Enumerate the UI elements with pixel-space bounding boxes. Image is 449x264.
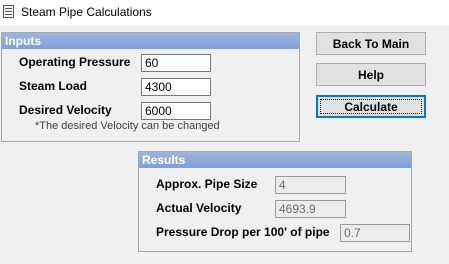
pipe-size-label: Approx. Pipe Size [156,177,258,191]
help-button[interactable]: Help [316,63,426,86]
desired-velocity-input[interactable] [141,102,211,120]
actual-velocity-output [275,200,346,218]
steam-load-label: Steam Load [19,79,88,93]
actual-velocity-label: Actual Velocity [156,201,242,215]
back-to-main-button[interactable]: Back To Main [316,32,426,55]
pressure-drop-output [340,224,410,242]
operating-pressure-input[interactable] [141,54,211,72]
calculate-button[interactable]: Calculate [316,95,426,118]
window-title: Steam Pipe Calculations [21,5,152,19]
steam-load-input[interactable] [141,78,211,96]
pressure-drop-label: Pressure Drop per 100' of pipe [156,225,330,239]
operating-pressure-label: Operating Pressure [19,55,131,69]
desired-velocity-label: Desired Velocity [19,103,112,117]
results-header: Results [139,152,411,168]
inputs-group: Inputs Operating Pressure Steam Load Des… [1,32,300,142]
inputs-header: Inputs [2,33,299,49]
app-window-icon [3,5,14,18]
velocity-note: *The desired Velocity can be changed [35,120,220,132]
results-group: Results Approx. Pipe Size Actual Velocit… [138,151,412,252]
title-bar: Steam Pipe Calculations [0,0,449,25]
pipe-size-output [275,176,346,194]
